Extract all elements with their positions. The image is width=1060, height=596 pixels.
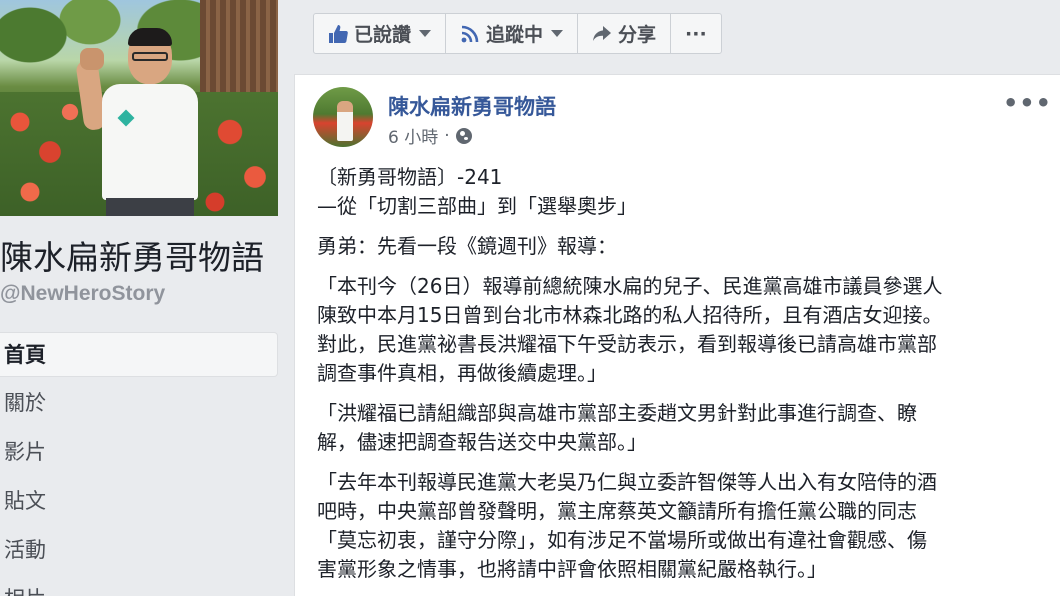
post-line: 吧時，中央黨部曾發聲明，黨主席蔡英文籲請所有擔任黨公職的同志 <box>317 499 917 523</box>
post-line: 「去年本刊報導民進黨大老吳乃仁與立委許智傑等人出入有女陪侍的酒 <box>317 470 937 494</box>
page-action-bar: 已說讚 追蹤中 分享 ··· <box>313 13 722 54</box>
globe-icon[interactable] <box>455 127 472 144</box>
post-line: 調查事件真相，再做後續處理。」 <box>317 361 607 385</box>
post-line: 解，儘速把調查報告送交中央黨部。」 <box>317 430 647 454</box>
page-nav: 首頁 關於 影片 貼文 活動 相片 <box>0 332 278 596</box>
share-button[interactable]: 分享 <box>578 14 672 53</box>
following-button[interactable]: 追蹤中 <box>446 14 579 53</box>
post-options-icon[interactable]: ••• <box>1003 89 1052 117</box>
post-line: 陳致中本月15日曾到台北市林森北路的私人招待所，且有酒店女迎接。 <box>317 303 943 327</box>
post-line: 〔新勇哥物語〕-241 <box>317 165 503 189</box>
nav-item-photos[interactable]: 相片 <box>0 577 278 596</box>
page-handle[interactable]: @NewHeroStory <box>0 282 165 306</box>
nav-item-videos[interactable]: 影片 <box>0 430 278 475</box>
share-label: 分享 <box>618 24 657 46</box>
post-line: 「莫忘初衷，謹守分際」，如有涉足不當場所或做出有違社會觀感、傷 <box>317 528 927 552</box>
following-label: 追蹤中 <box>486 24 544 46</box>
photo-boardwalk <box>200 0 278 92</box>
nav-item-events[interactable]: 活動 <box>0 528 278 573</box>
nav-item-posts[interactable]: 貼文 <box>0 479 278 524</box>
nav-item-home[interactable]: 首頁 <box>0 332 278 377</box>
post-line: 對此，民進黨祕書長洪耀福下午受訪表示，看到報導後已請高雄市黨部 <box>317 332 937 356</box>
post-meta: 6 小時 · <box>388 123 472 148</box>
post-body: 〔新勇哥物語〕-241 —從「切割三部曲」到「選舉奧步」 勇弟：先看一段《鏡週刊… <box>317 163 1047 584</box>
post-line: —從「切割三部曲」到「選舉奧步」 <box>317 194 637 218</box>
left-column: 陳水扁新勇哥物語 @NewHeroStory 首頁 關於 影片 貼文 活動 相片 <box>0 0 278 596</box>
post-line: 「本刊今（26日）報導前總統陳水扁的兒子、民進黨高雄市議員參選人 <box>317 274 943 298</box>
thumbs-up-icon <box>328 24 348 44</box>
chevron-down-icon <box>419 30 432 37</box>
profile-photo[interactable] <box>0 0 278 216</box>
post-author-name[interactable]: 陳水扁新勇哥物語 <box>388 91 556 121</box>
post-card: 陳水扁新勇哥物語 6 小時 · ••• 〔新勇哥物語〕-241 —從「切割三部曲… <box>294 74 1060 596</box>
liked-label: 已說讚 <box>354 24 412 46</box>
post-timestamp[interactable]: 6 小時 <box>388 123 438 148</box>
more-options-button[interactable]: ··· <box>671 14 721 53</box>
post-line: 害黨形象之情事，也將請中評會依照相關黨紀嚴格執行。」 <box>317 557 827 581</box>
post-line: 勇弟：先看一段《鏡週刊》報導： <box>317 234 617 258</box>
page-name: 陳水扁新勇哥物語 <box>0 238 264 277</box>
rss-icon <box>460 24 480 44</box>
meta-separator: · <box>444 125 450 146</box>
post-line: 「洪耀福已請組織部與高雄市黨部主委趙文男針對此事進行調查、瞭 <box>317 401 917 425</box>
chevron-down-icon <box>551 30 564 37</box>
photo-person <box>75 20 210 216</box>
liked-button[interactable]: 已說讚 <box>314 14 447 53</box>
post-author-avatar[interactable] <box>313 87 373 147</box>
more-dots-icon: ··· <box>685 22 707 45</box>
nav-item-about[interactable]: 關於 <box>0 381 278 426</box>
share-arrow-icon <box>592 24 612 44</box>
